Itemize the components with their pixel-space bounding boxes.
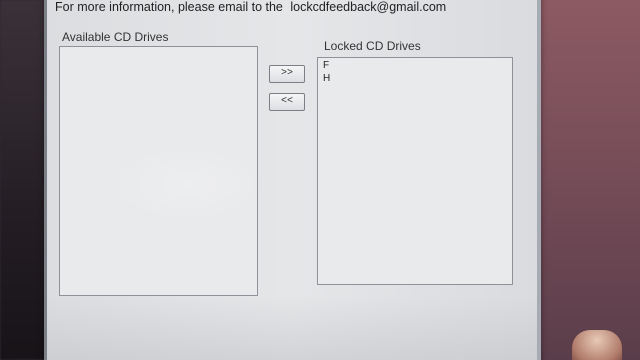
available-drives-label: Available CD Drives [62,30,169,44]
feedback-email: lockcdfeedback@gmail.com [290,0,447,14]
info-text: For more information, please email to th… [55,0,446,14]
list-item[interactable]: H [318,72,512,85]
lock-drive-button[interactable]: >> [269,65,305,83]
locked-drives-list[interactable]: F H [317,57,513,285]
list-item[interactable]: F [318,59,512,72]
thumb [572,330,622,360]
locked-drives-label: Locked CD Drives [324,39,421,53]
info-message: For more information, please email to th… [55,0,283,14]
lock-cd-dialog: For more information, please email to th… [44,0,541,360]
background-left [0,0,48,360]
unlock-drive-button[interactable]: << [269,93,305,111]
available-drives-list[interactable] [59,46,258,296]
